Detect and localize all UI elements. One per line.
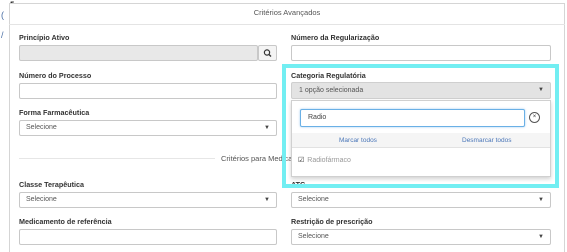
section-divider-left [19,158,215,159]
numero-regularizacao-input[interactable] [291,45,551,61]
caret-down-icon: ▼ [538,197,544,203]
classe-terapeutica-label: Classe Terapêutica [19,180,84,189]
principio-ativo-label: Princípio Ativo [19,33,70,42]
numero-processo-input[interactable] [19,83,277,99]
modal-title: Critérios Avançados [9,3,565,25]
search-icon [263,49,272,57]
background-page-strip: ( / [0,0,9,252]
caret-down-icon: ▼ [264,125,270,131]
forma-farmaceutica-select[interactable]: Selecione ▼ [19,120,277,136]
numero-processo-label: Número do Processo [19,71,92,80]
caret-down-icon: ▼ [538,234,544,240]
medicamento-referencia-input[interactable] [19,229,277,245]
focus-highlight-box [282,64,559,188]
restricao-prescricao-select[interactable]: Selecione ▼ [291,229,551,245]
restricao-prescricao-label: Restrição de prescrição [291,217,373,226]
numero-regularizacao-label: Número da Regularização [291,33,380,42]
atc-value: Selecione [298,196,329,203]
classe-terapeutica-select[interactable]: Selecione ▼ [19,192,277,208]
forma-farmaceutica-label: Forma Farmacêutica [19,108,90,117]
background-glyph: ( [1,10,4,20]
restricao-prescricao-value: Selecione [298,233,329,240]
forma-farmaceutica-value: Selecione [26,124,57,131]
caret-down-icon: ▼ [264,197,270,203]
principio-ativo-search-button[interactable] [258,45,277,61]
medicamento-referencia-label: Medicamento de referência [19,217,112,226]
principio-ativo-input[interactable] [19,45,258,61]
background-glyph: / [1,30,4,40]
classe-terapeutica-value: Selecione [26,196,57,203]
atc-select[interactable]: Selecione ▼ [291,192,551,208]
